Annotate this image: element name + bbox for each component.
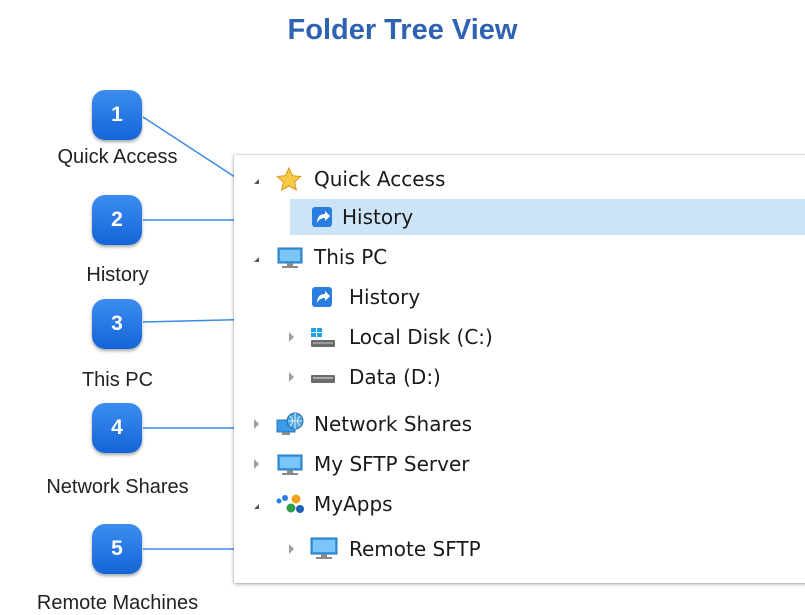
expand-arrow-icon[interactable] — [289, 332, 294, 342]
expand-arrow-icon[interactable] — [254, 179, 259, 184]
callout-badge-3: 3 — [92, 299, 142, 349]
callout-badge-4: 4 — [92, 403, 142, 453]
tree-item-label: This PC — [314, 245, 388, 269]
tree-item-myapps[interactable]: MyApps — [234, 486, 805, 522]
callout-label-history: History — [86, 264, 149, 286]
callout-label-network-shares: Network Shares — [46, 476, 189, 498]
computer-icon — [277, 247, 303, 268]
callout-label-remote-machines: Remote Machines — [36, 592, 199, 614]
tree-item-label: Network Shares — [314, 412, 472, 436]
tree-item-label: MyApps — [314, 492, 393, 516]
drive-icon — [311, 375, 335, 383]
tree-item-data-d[interactable]: Data (D:) — [234, 359, 805, 395]
expand-arrow-icon[interactable] — [289, 372, 294, 382]
callout-label-quick-access: Quick Access — [57, 146, 178, 168]
expand-arrow-icon[interactable] — [254, 504, 259, 509]
tree-item-my-sftp-server[interactable]: My SFTP Server — [234, 446, 805, 482]
tree-item-label: Remote SFTP — [349, 537, 481, 561]
tree-item-history-selected[interactable]: History — [290, 199, 805, 235]
tree-item-network-shares[interactable]: Network Shares — [234, 406, 805, 442]
callout-badge-1: 1 — [92, 90, 142, 140]
tree-item-quick-access[interactable]: Quick Access — [234, 161, 805, 197]
callout-badge-5: 5 — [92, 524, 142, 574]
tree-item-label: Data (D:) — [349, 365, 441, 389]
expand-arrow-icon[interactable] — [254, 459, 259, 469]
computer-icon — [310, 537, 338, 559]
tree-item-label: History — [342, 205, 414, 229]
expand-arrow-icon[interactable] — [289, 544, 294, 554]
tree-item-label: Local Disk (C:) — [349, 325, 493, 349]
tree-item-this-pc[interactable]: This PC — [234, 239, 805, 275]
tree-item-remote-sftp[interactable]: Remote SFTP — [234, 531, 805, 567]
callout-badge-2: 2 — [92, 195, 142, 245]
shortcut-icon — [312, 207, 332, 227]
windows-drive-icon — [311, 328, 335, 347]
tree-item-history[interactable]: History — [234, 279, 805, 315]
star-icon — [276, 167, 302, 191]
network-globe-icon — [276, 412, 304, 435]
tree-item-label: Quick Access — [314, 167, 446, 191]
tree-item-label: History — [349, 285, 421, 309]
callout-label-this-pc: This PC — [81, 369, 154, 391]
tree-item-label: My SFTP Server — [314, 452, 470, 476]
tree-item-local-disk-c[interactable]: Local Disk (C:) — [234, 319, 805, 355]
computer-icon — [277, 454, 303, 475]
apps-group-icon — [276, 494, 304, 513]
shortcut-icon — [312, 287, 332, 307]
folder-tree-panel: Quick Access History This PC History Loc… — [234, 155, 805, 583]
expand-arrow-icon[interactable] — [254, 257, 259, 262]
expand-arrow-icon[interactable] — [254, 419, 259, 429]
